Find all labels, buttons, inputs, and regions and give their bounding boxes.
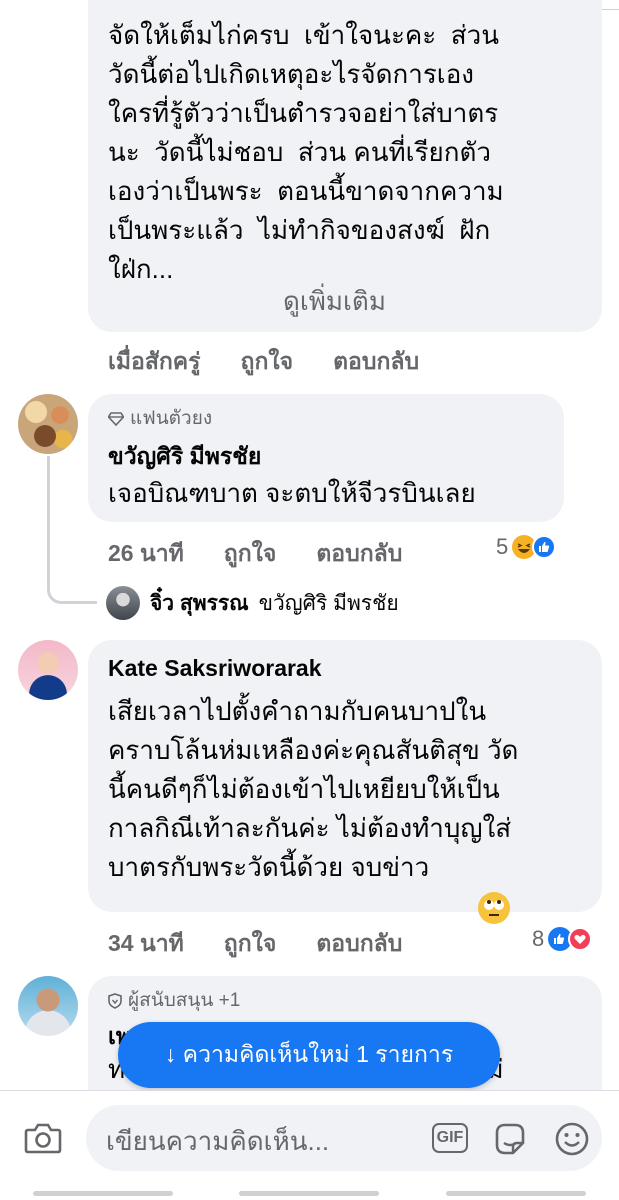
- reaction-count: 8: [532, 926, 545, 951]
- love-icon: [568, 927, 593, 951]
- reply-button[interactable]: ตอบกลับ: [316, 536, 402, 572]
- avatar: [106, 586, 140, 620]
- system-nav-bar: [0, 1186, 619, 1200]
- reply-author-name: จิ๋ว สุพรรณ: [150, 591, 249, 615]
- commenter-name[interactable]: ขวัญศิริ มีพรชัย: [108, 440, 544, 472]
- gif-label: GIF: [436, 1129, 464, 1146]
- reply-button[interactable]: ตอบกลับ: [333, 344, 419, 380]
- avatar[interactable]: [18, 976, 78, 1036]
- see-more-link[interactable]: ดูเพิ่มเติม: [283, 281, 386, 322]
- diamond-icon: [108, 412, 124, 426]
- emoji-icon[interactable]: [554, 1121, 590, 1157]
- comment-bubble-2[interactable]: แฟนตัวยง ขวัญศิริ มีพรชัย เจอบิณฑบาต จะต…: [88, 394, 564, 522]
- nav-handle: [445, 1190, 586, 1196]
- avatar[interactable]: [18, 394, 78, 454]
- comment-time: เมื่อสักครู่: [108, 348, 201, 374]
- comment-composer: เขียนความคิดเห็น... GIF: [0, 1090, 619, 1200]
- comment-time: 26 นาที: [108, 540, 184, 566]
- gif-icon[interactable]: GIF: [432, 1123, 468, 1153]
- reply-button[interactable]: ตอบกลับ: [316, 926, 402, 962]
- comment-actions-1: เมื่อสักครู่ ถูกใจ ตอบกลับ: [108, 344, 459, 380]
- sponsor-badge: ผู้สนับสนุน +1: [108, 988, 582, 1014]
- nav-handle: [33, 1190, 174, 1196]
- like-button[interactable]: ถูกใจ: [241, 344, 294, 380]
- badge-label: ผู้สนับสนุน +1: [128, 990, 241, 1011]
- shield-icon: [108, 993, 122, 1009]
- new-comments-button[interactable]: ↓ ความคิดเห็นใหม่ 1 รายการ: [118, 1022, 500, 1088]
- top-fan-badge: แฟนตัวยง: [108, 406, 544, 432]
- comment-time: 34 นาที: [108, 930, 184, 956]
- comment-actions-2: 26 นาที ถูกใจ ตอบกลับ: [108, 536, 442, 572]
- camera-icon[interactable]: [24, 1121, 62, 1155]
- comment-bubble-1[interactable]: จัดให้เต็มไก่ครบ เข้าใจนะคะ ส่วน วัดนี้ต…: [88, 0, 602, 332]
- comment-text: เสียเวลาไปตั้งคำถามกับคนบาปใน คราบโล้นห่…: [108, 696, 519, 882]
- comment-text: เจอบิณฑบาต จะตบให้จีวรบินเลย: [108, 478, 476, 508]
- like-button[interactable]: ถูกใจ: [224, 926, 277, 962]
- reaction-summary[interactable]: 8: [532, 926, 593, 952]
- commenter-name[interactable]: Kate Saksriworarak: [108, 652, 582, 684]
- comment-text: จัดให้เต็มไก่ครบ เข้าใจนะคะ ส่วน วัดนี้ต…: [108, 20, 504, 284]
- badge-label: แฟนตัวยง: [130, 408, 213, 429]
- reaction-summary[interactable]: 5: [496, 534, 557, 560]
- nav-handle: [239, 1190, 380, 1196]
- comment-bubble-3[interactable]: Kate Saksriworarak เสียเวลาไปตั้งคำถามกั…: [88, 640, 602, 924]
- avatar[interactable]: [18, 640, 78, 700]
- comment-actions-3: 34 นาที ถูกใจ ตอบกลับ: [108, 926, 442, 962]
- reply-preview[interactable]: จิ๋ว สุพรรณ ขวัญศิริ มีพรชัย: [106, 586, 399, 620]
- reaction-count: 5: [496, 534, 509, 559]
- reply-preview-text: ขวัญศิริ มีพรชัย: [258, 591, 399, 615]
- like-button[interactable]: ถูกใจ: [224, 536, 277, 572]
- like-icon: [532, 535, 557, 559]
- comment-input-placeholder: เขียนความคิดเห็น...: [106, 1126, 330, 1156]
- sticker-icon[interactable]: [492, 1121, 528, 1157]
- face-with-rolling-eyes-icon: [478, 892, 510, 924]
